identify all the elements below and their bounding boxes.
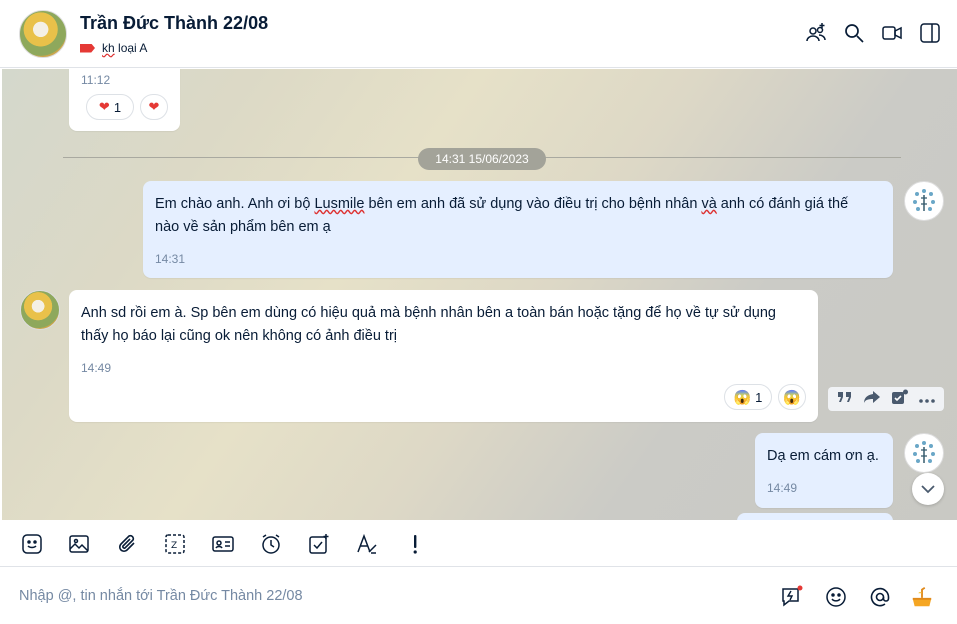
my-avatar[interactable] [904, 181, 944, 221]
reminder-icon[interactable] [258, 531, 284, 557]
contact-avatar[interactable] [19, 10, 67, 58]
message-bubble-partial[interactable] [737, 513, 893, 520]
add-member-icon[interactable] [805, 22, 827, 44]
message-bubble-outgoing[interactable]: Em chào anh. Anh ơi bộ Lusmile bên em an… [143, 181, 893, 278]
message-text-line2: nào về sản phẩm bên em ạ [155, 219, 331, 235]
image-icon[interactable] [66, 531, 92, 557]
reaction-chip[interactable]: 😱 1 [724, 384, 772, 410]
chevron-down-icon [921, 485, 935, 494]
date-divider: 14:31 15/06/2023 [418, 148, 546, 170]
header-actions [805, 22, 941, 44]
create-task-icon[interactable] [891, 389, 909, 410]
message-text: Anh sd rồi em à. Sp bên em dùng có hiệu … [81, 305, 776, 321]
message-time: 14:49 [81, 361, 112, 375]
reaction-icon[interactable] [910, 585, 934, 609]
my-avatar[interactable] [904, 433, 944, 473]
quick-message-icon[interactable] [780, 585, 804, 609]
message-actions [828, 387, 944, 411]
emoji-icon[interactable] [824, 585, 848, 609]
svg-text:Z: Z [171, 541, 177, 551]
attach-icon[interactable] [114, 531, 140, 557]
surprised-emoji-icon: 😱 [733, 388, 752, 405]
tag-label: kh loại A [102, 41, 148, 55]
message-list[interactable]: 11:12 ❤ 1 ❤ 14:31 15/06/2023 Em chào anh… [2, 69, 957, 520]
more-options-icon[interactable] [919, 390, 935, 408]
video-call-icon[interactable] [881, 22, 903, 44]
reaction-count: 1 [755, 389, 763, 405]
reaction-count: 1 [113, 99, 122, 115]
contact-card-icon[interactable] [210, 531, 236, 557]
surprised-emoji-icon: 😱 [783, 388, 801, 405]
message-composer[interactable]: Nhập @, tin nhắn tới Trần Đức Thành 22/0… [0, 568, 957, 624]
task-icon[interactable] [306, 531, 332, 557]
message-time: 11:12 [81, 73, 111, 87]
reaction-chip[interactable]: ❤ 1 [86, 94, 134, 120]
sticker-icon[interactable] [19, 531, 45, 557]
message-bubble-incoming[interactable]: Anh sd rồi em à. Sp bên em dùng có hiệu … [69, 290, 818, 422]
mention-icon[interactable] [868, 585, 892, 609]
message-text: Dạ em cám ơn ạ. [767, 448, 879, 464]
important-icon[interactable] [402, 531, 428, 557]
screenshot-icon[interactable]: Z [162, 531, 188, 557]
scroll-to-bottom-button[interactable] [912, 473, 944, 505]
contact-tag[interactable]: kh loại A [80, 40, 147, 56]
message-text-line2: thấy họ báo lại cũng ok nên không có ảnh… [81, 328, 398, 344]
add-reaction-button[interactable]: ❤ [140, 94, 168, 120]
quote-icon[interactable] [837, 390, 853, 409]
tag-flag-icon [80, 43, 95, 53]
heart-icon: ❤ [148, 99, 160, 114]
contact-avatar-small[interactable] [20, 290, 60, 330]
message-input[interactable]: Nhập @, tin nhắn tới Trần Đức Thành 22/0… [19, 588, 303, 604]
heart-icon: ❤ [98, 99, 110, 114]
contact-name[interactable]: Trần Đức Thành 22/08 [80, 13, 268, 34]
search-icon[interactable] [843, 22, 865, 44]
chat-header: Trần Đức Thành 22/08 kh loại A [0, 0, 957, 68]
add-reaction-button[interactable]: 😱 [778, 384, 806, 410]
format-text-icon[interactable] [354, 531, 380, 557]
message-text: Em chào anh. Anh ơi bộ Lusmile bên em an… [155, 196, 849, 212]
message-time: 14:49 [767, 481, 798, 495]
composer-toolbar: Z [0, 520, 957, 567]
message-time: 14:31 [155, 252, 186, 266]
sidebar-toggle-icon[interactable] [919, 22, 941, 44]
message-bubble-outgoing[interactable]: Dạ em cám ơn ạ. 14:49 [755, 433, 893, 508]
forward-icon[interactable] [863, 390, 881, 409]
